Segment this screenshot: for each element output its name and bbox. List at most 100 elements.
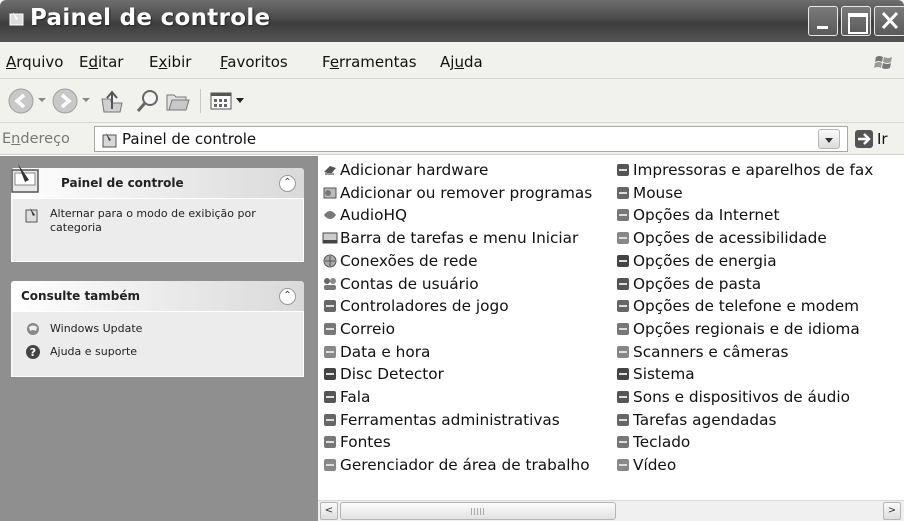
- control-panel-item[interactable]: Opções da Internet: [615, 204, 779, 226]
- maximize-button[interactable]: [841, 6, 871, 36]
- go-arrow-icon[interactable]: [854, 129, 874, 149]
- item-label: Ferramentas administrativas: [340, 410, 560, 429]
- control-panel-item[interactable]: Contas de usuário: [322, 273, 479, 295]
- control-panel-section: Painel de controle ⌃ Alternar para o mod…: [11, 164, 304, 262]
- control-panel-item[interactable]: Correio: [322, 318, 395, 340]
- scroll-left-button[interactable]: <: [320, 502, 338, 520]
- address-label: Endereço: [2, 131, 70, 147]
- system-icon: [617, 368, 629, 381]
- control-panel-item[interactable]: Fala: [322, 386, 370, 408]
- item-label: Opções regionais e de idioma: [633, 319, 860, 338]
- control-panel-item[interactable]: Vídeo: [615, 454, 676, 476]
- forward-dropdown-arrow[interactable]: [82, 98, 90, 102]
- help-support-link[interactable]: Ajuda e suporte: [50, 345, 137, 359]
- item-label: Barra de tarefas e menu Iniciar: [340, 229, 579, 248]
- windows-update-icon: [27, 323, 39, 335]
- address-dropdown-button[interactable]: [818, 129, 840, 149]
- control-panel-item[interactable]: Opções de acessibilidade: [615, 227, 827, 249]
- address-input[interactable]: Painel de controle: [94, 126, 848, 152]
- up-folder-icon[interactable]: [98, 87, 126, 115]
- search-icon[interactable]: [134, 87, 162, 115]
- accessibility-icon: [617, 232, 629, 245]
- datetime-icon: [324, 345, 336, 358]
- collapse-icon[interactable]: ⌃: [279, 288, 296, 305]
- control-panel-item[interactable]: Ferramentas administrativas: [322, 409, 560, 431]
- folders-icon[interactable]: [164, 87, 192, 115]
- control-panel-item[interactable]: Opções de telefone e modem: [615, 295, 859, 317]
- title-bar[interactable]: Painel de controle: [0, 0, 904, 42]
- item-label: Teclado: [633, 433, 691, 452]
- control-panel-item[interactable]: Impressoras e aparelhos de fax: [615, 159, 873, 181]
- control-panel-item[interactable]: Controladores de jogo: [322, 295, 509, 317]
- control-panel-item[interactable]: Barra de tarefas e menu Iniciar: [322, 227, 578, 249]
- control-panel-item[interactable]: Disc Detector: [322, 363, 444, 385]
- control-panel-item[interactable]: Opções regionais e de idioma: [615, 318, 860, 340]
- menu-exibir[interactable]: Exibir: [149, 53, 191, 71]
- control-panel-item[interactable]: Adicionar hardware: [322, 159, 488, 181]
- desktop-manager-icon: [324, 459, 336, 472]
- item-label: Fala: [340, 388, 371, 406]
- scroll-grip: [471, 508, 485, 515]
- close-button[interactable]: [874, 6, 904, 36]
- taskbar-icon: [322, 232, 338, 244]
- switch-category-view-link[interactable]: Alternar para o modo de exibição por cat…: [50, 207, 290, 235]
- menu-arquivo[interactable]: Arquivo: [6, 53, 63, 71]
- views-icon[interactable]: [208, 87, 236, 115]
- control-panel-item[interactable]: Mouse: [615, 182, 683, 204]
- minimize-button[interactable]: [808, 6, 838, 36]
- item-label: Sons e dispositivos de áudio: [633, 388, 850, 406]
- item-label: Controladores de jogo: [340, 297, 509, 316]
- section-header[interactable]: Painel de controle ⌃: [11, 164, 304, 198]
- section-body: Alternar para o modo de exibição por cat…: [11, 198, 304, 262]
- go-button-label[interactable]: Ir: [877, 130, 888, 148]
- control-panel-item[interactable]: Data e hora: [322, 341, 430, 363]
- item-label: Contas de usuário: [340, 274, 479, 293]
- item-label: Opções de pasta: [633, 274, 762, 293]
- scheduled-tasks-icon: [617, 413, 629, 426]
- collapse-icon[interactable]: ⌃: [279, 175, 296, 192]
- section-header[interactable]: Consulte também ⌃: [11, 281, 304, 311]
- forward-icon[interactable]: [51, 87, 79, 115]
- menu-label: rramentas: [339, 53, 417, 71]
- views-dropdown-arrow[interactable]: [236, 98, 244, 103]
- menu-favoritos[interactable]: Favoritos: [220, 53, 288, 71]
- back-dropdown-arrow[interactable]: [38, 98, 46, 102]
- svg-text:?: ?: [30, 346, 36, 359]
- control-panel-item[interactable]: Gerenciador de área de trabalho: [322, 454, 590, 476]
- scroll-right-button[interactable]: >: [883, 502, 901, 520]
- help-icon: ?: [26, 345, 40, 359]
- control-panel-item[interactable]: Fontes: [322, 431, 391, 453]
- control-panel-item[interactable]: Teclado: [615, 431, 690, 453]
- control-panel-item[interactable]: AudioHQ: [322, 204, 407, 226]
- toolbar-separator: [200, 89, 201, 113]
- address-bar: Endereço Painel de controle Ir: [0, 123, 904, 155]
- window-title: Painel de controle: [30, 5, 271, 31]
- control-panel-item[interactable]: Adicionar ou remover programas: [322, 182, 592, 204]
- close-icon: [881, 11, 899, 30]
- add-remove-icon: [323, 187, 337, 199]
- fonts-icon: [324, 436, 336, 449]
- menu-editar[interactable]: Editar: [79, 53, 123, 71]
- horizontal-scrollbar[interactable]: < >: [318, 500, 904, 521]
- section-title: Painel de controle: [61, 176, 184, 190]
- scroll-thumb[interactable]: [340, 502, 616, 520]
- control-panel-item[interactable]: Scanners e câmeras: [615, 341, 788, 363]
- menu-ajuda[interactable]: Ajuda: [440, 53, 483, 71]
- menu-accelerator: d: [88, 53, 99, 71]
- control-panel-item[interactable]: Opções de energia: [615, 250, 777, 272]
- item-label: Adicionar ou remover programas: [340, 183, 593, 202]
- menu-label: da: [463, 53, 483, 71]
- windows-update-link[interactable]: Windows Update: [50, 322, 142, 336]
- section-title: Consulte também: [21, 289, 141, 303]
- back-icon[interactable]: [7, 87, 35, 115]
- control-panel-item[interactable]: Tarefas agendadas: [615, 409, 776, 431]
- item-label: Sistema: [633, 365, 695, 384]
- control-panel-item[interactable]: Conexões de rede: [322, 250, 478, 272]
- admin-tools-icon: [324, 413, 336, 426]
- users-icon: [324, 277, 336, 290]
- control-panel-item[interactable]: Sons e dispositivos de áudio: [615, 386, 850, 408]
- control-panel-item[interactable]: Opções de pasta: [615, 273, 761, 295]
- menu-ferramentas[interactable]: Ferramentas: [322, 53, 417, 71]
- control-panel-item[interactable]: Sistema: [615, 363, 695, 385]
- address-value: Painel de controle: [122, 130, 257, 148]
